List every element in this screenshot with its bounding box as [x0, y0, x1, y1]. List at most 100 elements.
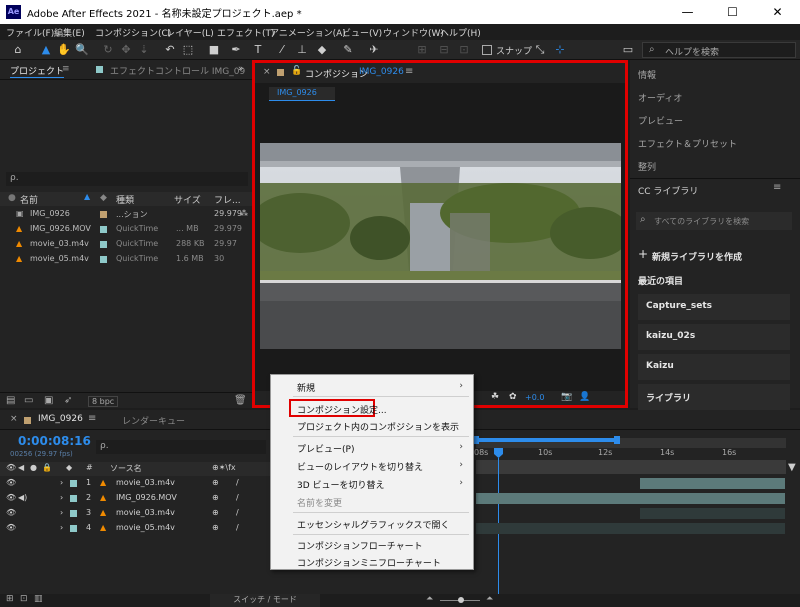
layer-search-input[interactable]: ρ.: [96, 440, 266, 454]
library-item[interactable]: ライブラリ: [638, 384, 790, 410]
shy-switch-icon[interactable]: ⊕: [212, 508, 219, 517]
text-tool-icon[interactable]: T: [250, 42, 266, 58]
close-tab-icon[interactable]: ×: [263, 67, 271, 77]
layer-name[interactable]: movie_05.m4v: [116, 523, 175, 532]
work-area-end-handle[interactable]: [614, 436, 620, 444]
timeline-layer-row[interactable]: 👁 › 3 ▲ movie_03.m4v ⊕ /: [0, 506, 270, 521]
list-item[interactable]: ▣ IMG_0926 ...ション 29.979 ⁂: [0, 207, 252, 222]
timeline-layer-row[interactable]: 👁 › 1 ▲ movie_03.m4v ⊕ /: [0, 476, 270, 491]
audio-icon[interactable]: ◀): [18, 493, 27, 502]
flowchart-icon[interactable]: ⁂: [240, 209, 248, 218]
orbit-tool-icon[interactable]: ↻: [100, 42, 116, 58]
close-icon[interactable]: ✕: [755, 0, 800, 24]
snap-checkbox[interactable]: [482, 45, 492, 55]
lock-icon[interactable]: 🔓: [291, 66, 302, 76]
menu-item-open-in-essential-graphics[interactable]: エッセンシャルグラフィックスで開く: [297, 518, 450, 531]
layer-duration-bar[interactable]: [476, 523, 785, 534]
menu-composition[interactable]: コンポジション(C): [95, 26, 171, 39]
menu-effect[interactable]: エフェクト(T): [217, 26, 275, 39]
home-icon[interactable]: ⌂: [10, 42, 26, 58]
panel-menu-icon[interactable]: ≡: [62, 64, 70, 74]
menu-item-composition-settings[interactable]: コンポジション設定...: [297, 403, 387, 416]
quality-switch-icon[interactable]: /: [236, 493, 239, 502]
timeline-tab[interactable]: IMG_0926: [38, 414, 83, 424]
time-navigator[interactable]: [473, 436, 786, 448]
expand-switches-icon[interactable]: ⊡: [20, 594, 28, 604]
workspace-icon[interactable]: ▭: [620, 42, 636, 58]
menu-layer[interactable]: レイヤー(L): [166, 26, 214, 39]
panel-menu-icon[interactable]: ≡: [405, 66, 413, 77]
world-axis-icon[interactable]: ⊟: [436, 42, 452, 58]
menu-item-preview[interactable]: プレビュー(P): [297, 442, 354, 455]
zoom-in-icon[interactable]: ⏶: [486, 594, 493, 604]
shy-switch-icon[interactable]: ⊕: [212, 493, 219, 502]
selection-tool-icon[interactable]: ▲: [38, 42, 54, 58]
quality-switch-icon[interactable]: /: [236, 478, 239, 487]
eye-icon[interactable]: 👁: [6, 523, 16, 532]
label-swatch[interactable]: [70, 510, 77, 517]
list-item[interactable]: ▲ IMG_0926.MOV QuickTime ... MB 29.979: [0, 222, 252, 237]
project-search-input[interactable]: ρ.: [6, 172, 248, 186]
expand-arrow-icon[interactable]: ›: [60, 478, 63, 487]
pan-tool-icon[interactable]: ✥: [118, 42, 134, 58]
layer-duration-bar[interactable]: [476, 493, 785, 504]
shy-switch-icon[interactable]: ⊕: [212, 523, 219, 532]
comp-tab-name[interactable]: IMG_0926: [359, 67, 404, 77]
work-area-bar[interactable]: [476, 438, 618, 442]
tab-effect-controls[interactable]: エフェクトコントロール IMG_09: [110, 64, 245, 77]
comp-viewer-image[interactable]: [260, 143, 621, 349]
timeline-layer-row[interactable]: 👁 ◀) › 2 ▲ IMG_0926.MOV ⊕ /: [0, 491, 270, 506]
col-framerate[interactable]: フレ...: [214, 193, 241, 206]
render-queue-tab[interactable]: レンダーキュー: [122, 414, 185, 427]
label-swatch[interactable]: [70, 480, 77, 487]
snap-grid-icon[interactable]: ⊹: [552, 42, 568, 58]
panel-align[interactable]: 整列: [638, 160, 656, 173]
panel-overflow-icon[interactable]: »: [238, 64, 244, 74]
clone-stamp-icon[interactable]: ⊥: [294, 42, 310, 58]
help-search-input[interactable]: ⌕ ヘルプを検索: [642, 42, 796, 58]
menu-item-new[interactable]: 新規: [297, 381, 315, 394]
snap-option-icon[interactable]: ⤡: [532, 42, 548, 58]
menu-animation[interactable]: アニメーション(A): [270, 26, 346, 39]
panel-preview[interactable]: プレビュー: [638, 114, 683, 127]
minimize-icon[interactable]: —: [665, 0, 710, 24]
brush-tool-icon[interactable]: ⁄: [274, 42, 290, 58]
show-snapshot-icon[interactable]: 👤: [579, 392, 590, 402]
eye-icon[interactable]: 👁: [6, 508, 16, 517]
col-name[interactable]: 名前: [20, 193, 38, 206]
library-search-input[interactable]: ⌕ すべてのライブラリを検索: [636, 212, 792, 230]
plus-icon[interactable]: +: [638, 247, 648, 261]
comp-marker-icon[interactable]: ▼: [788, 462, 796, 473]
timeline-layer-row[interactable]: 👁 › 4 ▲ movie_05.m4v ⊕ /: [0, 521, 270, 536]
menu-file[interactable]: ファイル(F): [6, 26, 54, 39]
menu-help[interactable]: ヘルプ(H): [440, 26, 481, 39]
view-axis-icon[interactable]: ⊡: [456, 42, 472, 58]
project-settings-icon[interactable]: ➶: [64, 395, 72, 406]
panel-menu-icon[interactable]: ≡: [773, 182, 781, 193]
new-folder-icon[interactable]: ▭: [24, 395, 33, 406]
expand-modes-icon[interactable]: ▥: [34, 594, 43, 604]
panel-effects-presets[interactable]: エフェクト＆プリセット: [638, 137, 737, 150]
hand-tool-icon[interactable]: ✋: [56, 42, 72, 58]
exposure-value[interactable]: +0.0: [525, 393, 544, 402]
bpc-button[interactable]: 8 bpc: [88, 396, 119, 407]
library-item[interactable]: kaizu_02s: [638, 324, 790, 350]
layer-name[interactable]: movie_03.m4v: [116, 478, 175, 487]
label-swatch[interactable]: [70, 525, 77, 532]
eye-icon[interactable]: 👁: [6, 493, 16, 502]
quality-switch-icon[interactable]: /: [236, 523, 239, 532]
channel-icon[interactable]: ☘: [491, 392, 499, 402]
col-type[interactable]: 種類: [116, 193, 134, 206]
layer-name[interactable]: movie_03.m4v: [116, 508, 175, 517]
maximize-icon[interactable]: ☐: [710, 0, 755, 24]
sort-ascending-icon[interactable]: ▲: [84, 192, 90, 201]
rectangle-tool-icon[interactable]: ■: [206, 42, 222, 58]
playhead-handle[interactable]: [494, 448, 503, 458]
rotate-tool-icon[interactable]: ↶: [162, 42, 178, 58]
comp-settings-icon[interactable]: ⊞: [6, 594, 14, 604]
roto-brush-icon[interactable]: ✎: [340, 42, 356, 58]
pan-behind-tool-icon[interactable]: ⬚: [180, 42, 196, 58]
label-swatch[interactable]: [70, 495, 77, 502]
expand-arrow-icon[interactable]: ›: [60, 508, 63, 517]
menu-item-comp-mini-flowchart[interactable]: コンポジションミニフローチャート: [297, 556, 441, 569]
